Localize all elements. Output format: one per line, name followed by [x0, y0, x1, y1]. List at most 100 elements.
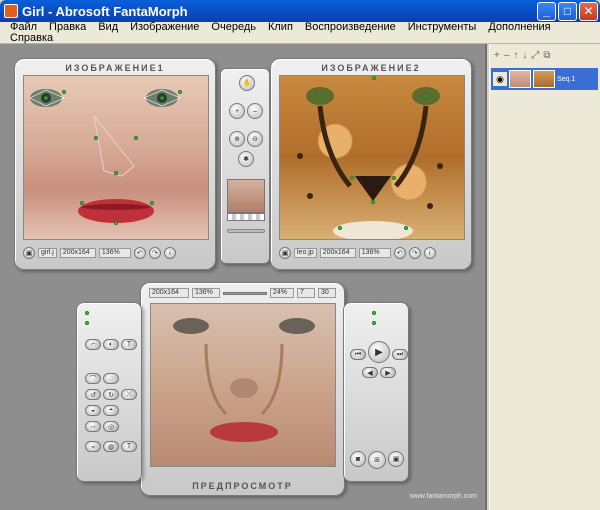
- redo-icon[interactable]: ↷: [148, 247, 161, 259]
- tool-button[interactable]: ◐: [103, 339, 119, 350]
- tool-button[interactable]: ⌐: [85, 339, 101, 350]
- thumb-cheetah: [533, 70, 555, 88]
- first-frame-button[interactable]: ⏮: [350, 349, 366, 360]
- preview-total[interactable]: 30: [318, 288, 336, 298]
- move-up-icon[interactable]: ↑: [513, 50, 518, 61]
- image2-statusbar: ▣ leo.jp 200x164 136% ↶ ↷ i: [279, 247, 436, 259]
- morph-point[interactable]: [94, 136, 98, 140]
- morph-point[interactable]: [114, 221, 118, 225]
- tool-button[interactable]: ◓: [103, 405, 119, 416]
- tool-button[interactable]: ↺: [85, 389, 101, 400]
- tool-button[interactable]: ◒: [85, 405, 101, 416]
- add-icon[interactable]: +: [494, 50, 500, 61]
- hand-tool-icon[interactable]: ✋: [239, 75, 255, 91]
- tool-button[interactable]: ↔: [85, 421, 101, 432]
- morph-point[interactable]: [424, 94, 428, 98]
- morph-point[interactable]: [114, 171, 118, 175]
- opacity-slider[interactable]: [227, 229, 265, 233]
- tool-button[interactable]: ◍: [103, 441, 119, 452]
- timeline-slider[interactable]: [223, 291, 267, 295]
- image2-filename: leo.jp: [294, 248, 317, 258]
- remove-point-icon[interactable]: –: [247, 103, 263, 119]
- morph-point[interactable]: [392, 176, 396, 180]
- last-frame-button[interactable]: ⏭: [392, 349, 408, 360]
- redo-icon[interactable]: ↷: [408, 247, 421, 259]
- minimize-button[interactable]: _: [537, 1, 556, 21]
- image2-zoom[interactable]: 136%: [358, 248, 391, 258]
- morph-point[interactable]: [178, 90, 182, 94]
- mini-preview: [227, 179, 265, 213]
- preview-zoom[interactable]: 136%: [192, 288, 220, 298]
- photo-icon[interactable]: ▣: [279, 247, 291, 259]
- tool-button[interactable]: ◌: [103, 373, 119, 384]
- fit-icon[interactable]: ✱: [238, 151, 254, 167]
- morph-point[interactable]: [350, 176, 354, 180]
- menu-image[interactable]: Изображение: [124, 22, 205, 33]
- mini-checker: [227, 213, 265, 221]
- morph-point[interactable]: [62, 90, 66, 94]
- menu-bar: Файл Правка Вид Изображение Очередь Клип…: [0, 22, 600, 44]
- menu-queue[interactable]: Очередь: [205, 22, 262, 33]
- copy-icon[interactable]: ⧉: [543, 50, 550, 61]
- tool-button[interactable]: ⌒: [85, 373, 101, 384]
- morph-point[interactable]: [134, 136, 138, 140]
- add-point-icon[interactable]: +: [229, 103, 245, 119]
- preview-right-controls: ▶ ⏮ ⏭ ◀ ▶ ◙ ⊞ ▣: [343, 302, 409, 482]
- indicator-dot: [85, 311, 89, 315]
- eye-icon[interactable]: ◉: [493, 72, 507, 86]
- preview-title: ПРЕДПРОСМОТР: [192, 481, 293, 491]
- export-icon[interactable]: ⊞: [368, 451, 386, 469]
- zoom-in-icon[interactable]: ⊕: [229, 131, 245, 147]
- menu-playback[interactable]: Воспроизведение: [299, 22, 402, 33]
- morph-point[interactable]: [404, 226, 408, 230]
- menu-help[interactable]: Справка: [4, 33, 59, 44]
- photo-icon[interactable]: ▣: [23, 247, 35, 259]
- undo-icon[interactable]: ↶: [133, 247, 146, 259]
- next-frame-button[interactable]: ▶: [380, 367, 396, 378]
- tool-button[interactable]: ↻: [103, 389, 119, 400]
- morph-point[interactable]: [160, 96, 164, 100]
- morph-point[interactable]: [80, 201, 84, 205]
- preview-percent: 24%: [270, 288, 294, 298]
- morph-point[interactable]: [150, 201, 154, 205]
- movie-icon[interactable]: ▣: [388, 451, 404, 467]
- move-down-icon[interactable]: ↓: [522, 50, 527, 61]
- preview-frame[interactable]: 7: [297, 288, 315, 298]
- close-button[interactable]: ✕: [579, 1, 598, 21]
- expand-icon[interactable]: ⤢: [531, 50, 539, 61]
- window-title: Girl - Abrosoft FantaMorph: [22, 3, 188, 19]
- image2-canvas[interactable]: [279, 75, 465, 240]
- morph-point[interactable]: [338, 226, 342, 230]
- image1-canvas[interactable]: [23, 75, 209, 240]
- menu-tools[interactable]: Инструменты: [402, 22, 483, 33]
- sequence-panel: + – ↑ ↓ ⤢ ⧉ ◉ Seq.1: [489, 44, 600, 510]
- tool-button[interactable]: T: [121, 339, 137, 350]
- prev-frame-button[interactable]: ◀: [362, 367, 378, 378]
- image1-zoom[interactable]: 136%: [98, 248, 131, 258]
- menu-clip[interactable]: Клип: [262, 22, 299, 33]
- camera-icon[interactable]: ◙: [350, 451, 366, 467]
- remove-icon[interactable]: –: [504, 50, 510, 61]
- maximize-button[interactable]: □: [558, 1, 577, 21]
- info-icon[interactable]: i: [423, 247, 436, 259]
- morph-point[interactable]: [44, 96, 48, 100]
- sequence-item[interactable]: ◉ Seq.1: [491, 68, 598, 90]
- undo-icon[interactable]: ↶: [393, 247, 406, 259]
- morph-result-photo: [173, 318, 315, 442]
- play-button[interactable]: ▶: [368, 341, 390, 363]
- app-icon[interactable]: [4, 4, 18, 18]
- tool-button[interactable]: ⤫: [121, 389, 137, 400]
- menu-view[interactable]: Вид: [92, 22, 124, 33]
- menu-addons[interactable]: Дополнения: [482, 22, 556, 33]
- preview-left-controls: ⌐ ◐ T ⌒ ◌ ↺ ↻ ⤫ ◒ ◓ ↔ ◎ ⌁ ◍ T: [76, 302, 142, 482]
- workspace: ИЗОБРАЖЕНИЕ1 ▣ girl.j 200x164 136% ↶ ↷ i…: [0, 44, 487, 510]
- info-icon[interactable]: i: [163, 247, 176, 259]
- morph-point[interactable]: [318, 94, 322, 98]
- tools-strip: ✋ + – ⊕ ⊖ ✱: [220, 68, 270, 264]
- tool-button[interactable]: ◎: [103, 421, 119, 432]
- morph-point[interactable]: [371, 200, 375, 204]
- tool-button[interactable]: ⌁: [85, 441, 101, 452]
- zoom-out-icon[interactable]: ⊖: [247, 131, 263, 147]
- morph-point[interactable]: [372, 76, 376, 80]
- tool-button[interactable]: T: [121, 441, 137, 452]
